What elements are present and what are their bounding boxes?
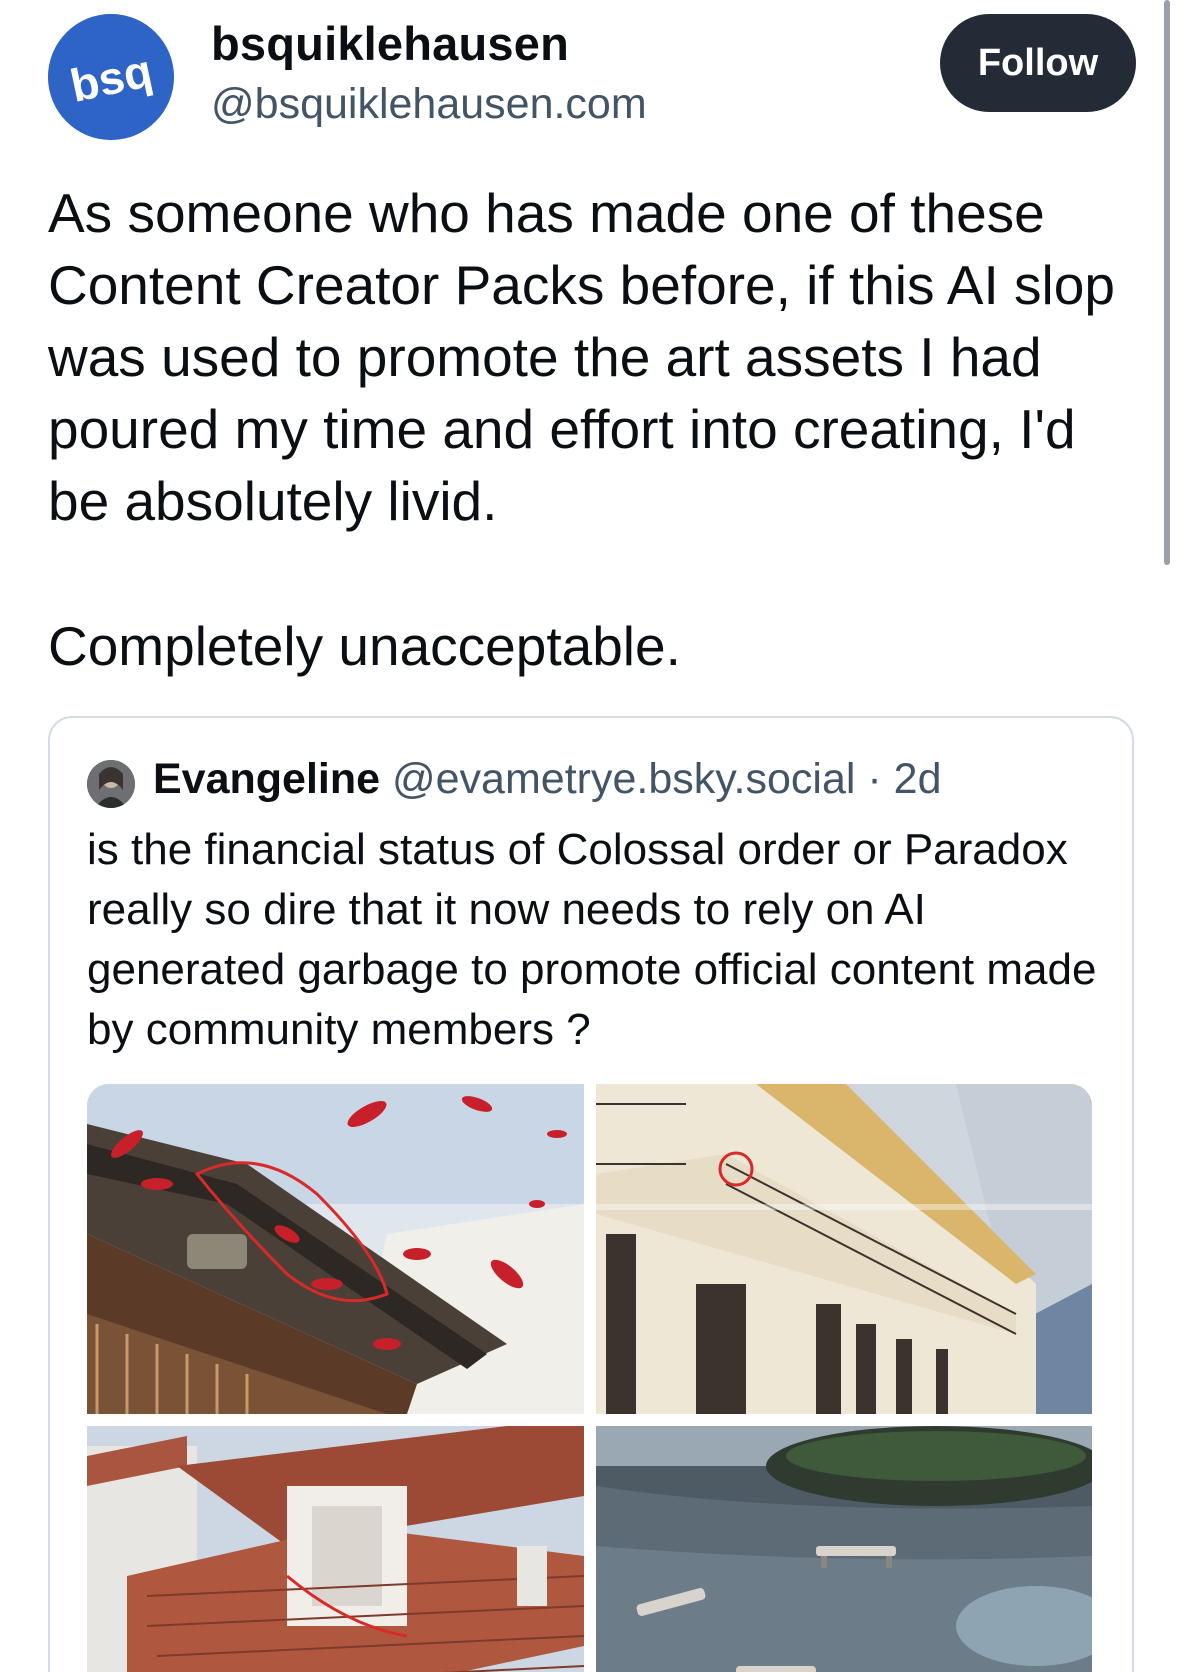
- quote-header: Evangeline @evametrye.bsky.social · 2d: [153, 755, 942, 804]
- red-leaves-roof-image: [87, 1084, 584, 1414]
- tiled-roofs-image: [87, 1426, 584, 1672]
- quote-image-grid: [87, 1084, 1092, 1672]
- quote-author-handle[interactable]: @evametrye.bsky.social: [392, 755, 855, 803]
- image-red-leaves-roof[interactable]: [87, 1084, 584, 1414]
- plaza-benches-image: [596, 1426, 1092, 1672]
- balcony-villa-image: [596, 1084, 1092, 1414]
- post-text-conclusion: Completely unacceptable.: [48, 615, 681, 677]
- quote-text: is the financial status of Colossal orde…: [87, 825, 1097, 1054]
- user-photo-icon: [87, 760, 135, 808]
- author-name[interactable]: bsquiklehausen: [211, 16, 569, 71]
- author-avatar[interactable]: bsq: [48, 14, 174, 140]
- quote-separator: ·: [855, 755, 894, 803]
- post-text: As someone who has made one of these Con…: [48, 182, 1115, 532]
- quote-author-name[interactable]: Evangeline: [153, 755, 380, 803]
- image-balcony-villa[interactable]: [596, 1084, 1092, 1414]
- image-tiled-roofs[interactable]: [87, 1426, 584, 1672]
- scrollbar[interactable]: [1164, 0, 1170, 565]
- post-screen: bsq bsquiklehausen @bsquiklehausen.com F…: [0, 0, 1179, 1672]
- image-plaza-benches[interactable]: [596, 1426, 1092, 1672]
- quote-timestamp[interactable]: 2d: [894, 755, 942, 803]
- follow-button[interactable]: Follow: [940, 14, 1136, 112]
- author-handle[interactable]: @bsquiklehausen.com: [211, 80, 647, 129]
- bsq-logo-icon: bsq: [48, 14, 174, 140]
- quote-author-avatar[interactable]: [87, 760, 135, 808]
